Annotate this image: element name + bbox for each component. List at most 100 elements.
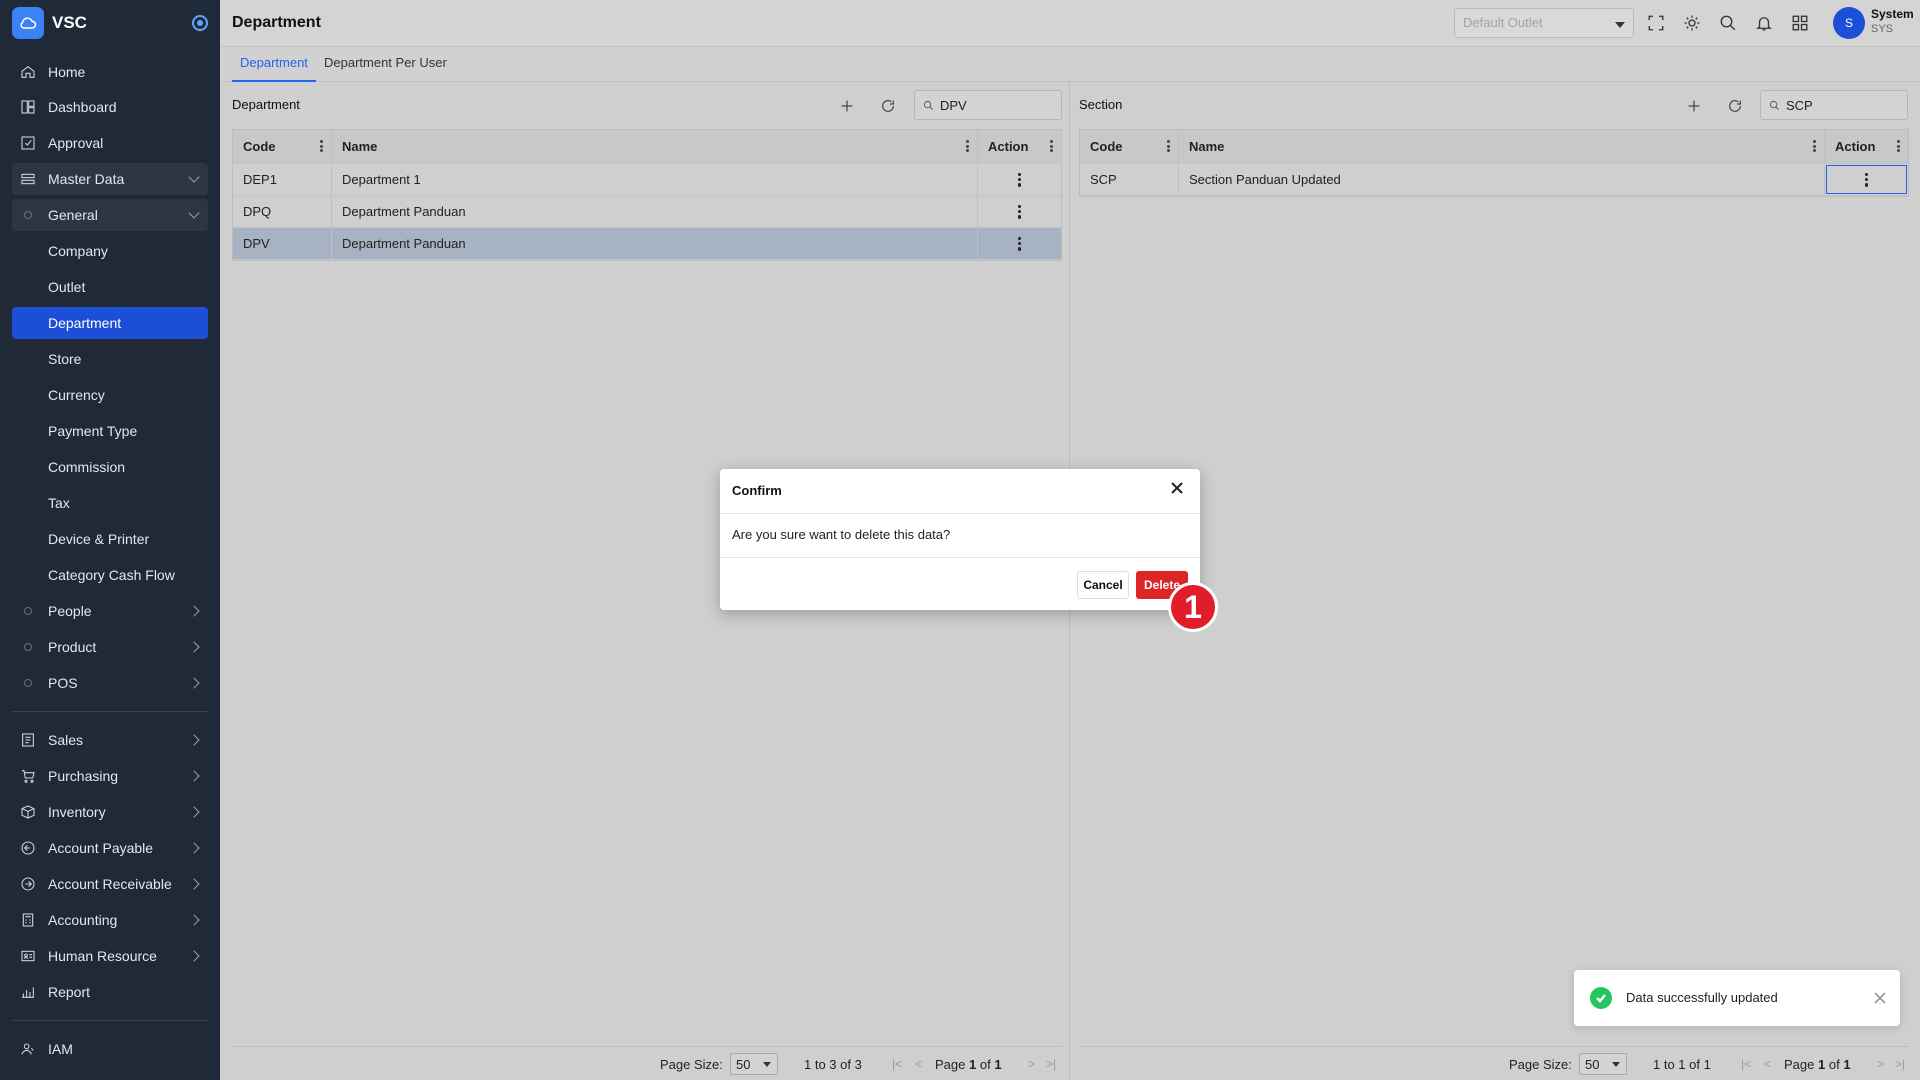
fullscreen-icon[interactable] (1646, 13, 1666, 33)
sidebar-item-category-cash-flow[interactable]: Category Cash Flow (12, 559, 208, 591)
table-row[interactable]: SCP Section Panduan Updated (1080, 164, 1908, 196)
sidebar-item-outlet[interactable]: Outlet (12, 271, 208, 303)
tab-department[interactable]: Department (232, 55, 316, 82)
sidebar-item-tax[interactable]: Tax (12, 487, 208, 519)
theme-sun-icon[interactable] (1682, 13, 1702, 33)
sidebar-item-home[interactable]: Home (12, 56, 208, 88)
sidebar-item-label: POS (48, 675, 78, 691)
home-icon (20, 64, 36, 80)
table-row[interactable]: DPQ Department Panduan (233, 196, 1061, 228)
search-icon (923, 100, 933, 110)
column-menu-icon[interactable] (1050, 140, 1053, 152)
row-actions-icon[interactable] (1017, 172, 1022, 187)
sidebar-item-label: Currency (48, 387, 105, 403)
page-indicator: Page 1 of 1 (1784, 1057, 1851, 1072)
first-page-icon[interactable]: |< (1741, 1057, 1751, 1071)
user-code: SYS (1871, 23, 1894, 35)
first-page-icon[interactable]: |< (892, 1057, 902, 1071)
next-page-icon[interactable]: > (1877, 1057, 1884, 1071)
column-header-name[interactable]: Name (332, 130, 978, 163)
refresh-icon[interactable] (1724, 95, 1746, 117)
row-actions-icon[interactable] (1864, 172, 1869, 187)
column-menu-icon[interactable] (320, 140, 323, 152)
sidebar-item-report[interactable]: Report (12, 976, 208, 1008)
sidebar-item-master-data[interactable]: Master Data (12, 163, 208, 195)
sidebar-item-commission[interactable]: Commission (12, 451, 208, 483)
column-header-code[interactable]: Code (233, 130, 332, 163)
tab-department-per-user[interactable]: Department Per User (316, 55, 455, 82)
sidebar-item-label: Sales (48, 732, 84, 748)
sidebar-item-dashboard[interactable]: Dashboard (12, 91, 208, 123)
sidebar-item-label: Product (48, 639, 97, 655)
row-range: 1 to 1 of 1 (1653, 1057, 1711, 1072)
sidebar-item-label: IAM (48, 1041, 73, 1057)
column-menu-icon[interactable] (1897, 140, 1900, 152)
bell-icon[interactable] (1754, 13, 1774, 33)
sidebar-item-approval[interactable]: Approval (12, 127, 208, 159)
cancel-button[interactable]: Cancel (1077, 571, 1129, 599)
step-marker-badge: 1 (1168, 582, 1218, 632)
add-icon[interactable] (836, 95, 858, 117)
sidebar-item-payment-type[interactable]: Payment Type (12, 415, 208, 447)
panel-title: Department (232, 97, 300, 112)
sidebar-item-label: Approval (48, 135, 104, 151)
column-header-action[interactable]: Action (978, 130, 1061, 163)
sidebar-item-device-printer[interactable]: Device & Printer (12, 523, 208, 555)
sidebar-item-general[interactable]: General (12, 199, 208, 231)
sidebar-item-product[interactable]: Product (12, 631, 208, 663)
search-icon[interactable] (1718, 13, 1738, 33)
sidebar-item-account-payable[interactable]: Account Payable (12, 832, 208, 864)
column-header-code[interactable]: Code (1080, 130, 1179, 163)
sidebar-item-iam[interactable]: IAM (12, 1033, 208, 1065)
circle-icon (24, 607, 32, 615)
close-icon[interactable] (1170, 481, 1186, 497)
sidebar-item-human-resource[interactable]: Human Resource (12, 940, 208, 972)
avatar[interactable]: S (1833, 7, 1865, 39)
caret-down-icon (1612, 1062, 1620, 1067)
sidebar-item-department[interactable]: Department (12, 307, 208, 339)
row-actions-icon[interactable] (1017, 204, 1022, 219)
page-size-select[interactable]: 50 (730, 1053, 778, 1075)
prev-page-icon[interactable]: < (1764, 1057, 1771, 1071)
caret-down-icon (1615, 22, 1625, 28)
last-page-icon[interactable]: >| (1895, 1057, 1905, 1071)
page-size-select[interactable]: 50 (1579, 1053, 1627, 1075)
sidebar-item-people[interactable]: People (12, 595, 208, 627)
column-header-action[interactable]: Action (1825, 130, 1908, 163)
dialog-message: Are you sure want to delete this data? (732, 527, 951, 542)
column-menu-icon[interactable] (966, 140, 969, 152)
sidebar-item-store[interactable]: Store (12, 343, 208, 375)
search-icon (1769, 100, 1779, 110)
next-page-icon[interactable]: > (1028, 1057, 1035, 1071)
column-menu-icon[interactable] (1167, 140, 1170, 152)
action-cell (978, 196, 1061, 227)
apps-grid-icon[interactable] (1790, 13, 1810, 33)
column-menu-icon[interactable] (1813, 140, 1816, 152)
sidebar-item-purchasing[interactable]: Purchasing (12, 760, 208, 792)
refresh-icon[interactable] (877, 95, 899, 117)
table-row-selected[interactable]: DPV Department Panduan (233, 228, 1061, 260)
column-header-name[interactable]: Name (1179, 130, 1825, 163)
sidebar-item-company[interactable]: Company (12, 235, 208, 267)
row-actions-icon[interactable] (1017, 236, 1022, 251)
last-page-icon[interactable]: >| (1046, 1057, 1056, 1071)
dialog-title: Confirm (732, 483, 782, 498)
code-cell: DPV (233, 228, 332, 259)
name-cell: Department Panduan (332, 228, 978, 259)
prev-page-icon[interactable]: < (915, 1057, 922, 1071)
close-icon[interactable] (1874, 991, 1886, 1004)
sidebar-item-pos[interactable]: POS (12, 667, 208, 699)
sidebar-toggle-icon[interactable] (192, 15, 208, 31)
department-search-input[interactable] (940, 97, 1050, 113)
sidebar-item-currency[interactable]: Currency (12, 379, 208, 411)
table-row[interactable]: DEP1 Department 1 (233, 164, 1061, 196)
sidebar-item-sales[interactable]: Sales (12, 724, 208, 756)
section-search-input[interactable] (1786, 97, 1896, 113)
sidebar-item-account-receivable[interactable]: Account Receivable (12, 868, 208, 900)
circle-icon (24, 211, 32, 219)
sidebar-item-inventory[interactable]: Inventory (12, 796, 208, 828)
sidebar-item-label: Department (48, 315, 122, 331)
outlet-select[interactable]: Default Outlet (1454, 8, 1634, 38)
sidebar-item-accounting[interactable]: Accounting (12, 904, 208, 936)
add-icon[interactable] (1683, 95, 1705, 117)
